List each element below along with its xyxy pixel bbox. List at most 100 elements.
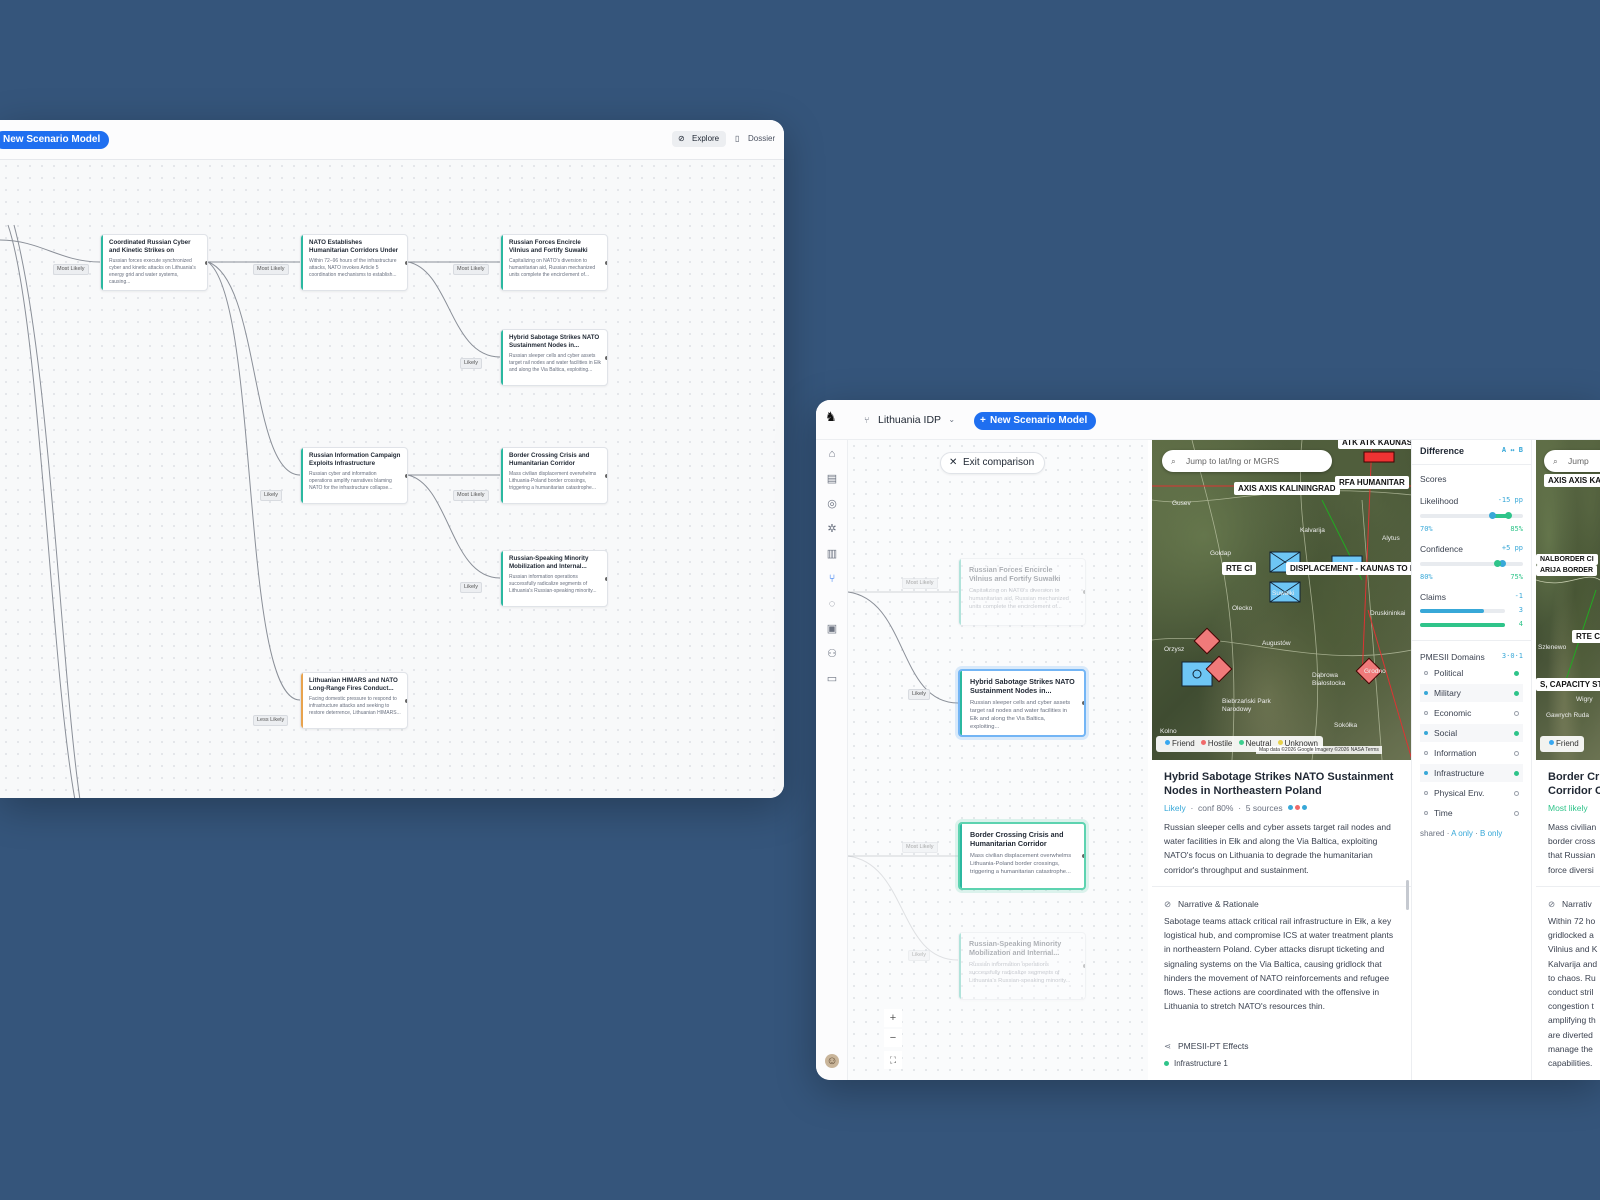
scenario-b-summary: Mass civilian border cross that Russian for… [1548,820,1596,877]
scenario-node[interactable]: Border Crossing Crisis and Humanitarian … [500,447,608,504]
claims-b-row: 4 [1420,620,1523,630]
zoom-controls: + − ⛶ [848,1009,938,1079]
nav-rail: ⌂ ▤ ◎ ✲ ▥ ⑂ ◌ ▣ ⚇ ▭ ☺ [816,440,848,1080]
scenario-node[interactable]: Hybrid Sabotage Strikes NATO Sustainment… [500,329,608,386]
claims-a-value: 3 [1518,606,1523,614]
claims-b-bar [1420,623,1505,627]
text-line: gridlocked a [1548,930,1594,941]
effect-count: 1 [1223,1059,1228,1068]
scenario-node-selected-b[interactable]: Border Crossing Crisis and Humanitarian … [958,822,1086,890]
graph-canvas[interactable]: Coordinated Russian Cyber and Kinetic St… [0,160,784,798]
a-indicator [1424,791,1428,795]
map-search-input[interactable]: ⌕ Jump [1544,450,1600,472]
map-unit-label: RFA HUMANITAR [1335,476,1409,489]
users-icon[interactable]: ⚇ [825,647,839,661]
node-port[interactable] [205,260,207,265]
legend-label: Hostile [1207,739,1233,748]
map-search-input[interactable]: ⌕ Jump to lat/lng or MGRS [1162,450,1332,472]
node-port[interactable] [605,576,607,581]
scenario-node[interactable]: Russian-Speaking Minority Mobilization a… [500,550,608,607]
domain-label: Military [1434,688,1461,698]
clipboard-icon[interactable]: ▤ [825,472,839,486]
node-desc: Russian forces execute synchronized cybe… [109,258,196,285]
text-line: are diverted [1548,1029,1593,1040]
edge-label: Likely [460,582,483,593]
scenario-node[interactable]: Lithuanian HIMARS and NATO Long-Range Fi… [300,672,408,729]
map-place-label: Gusev [1172,500,1191,507]
a-indicator [1424,711,1428,715]
terms-link[interactable]: Terms [1365,747,1379,753]
scenario-node[interactable]: Russian-Speaking Minority Mobilization a… [958,932,1086,1000]
node-port[interactable] [405,473,407,478]
effects-row[interactable]: Infrastructure 1 [1164,1058,1228,1070]
map-place-label: Suwałki [1272,590,1295,597]
neutral-swatch [1238,740,1244,745]
map-place-label: Goldap [1210,550,1231,557]
zoom-in-button[interactable]: + [884,1009,902,1027]
scenario-summary: Russian sleeper cells and cyber assets t… [1164,822,1391,875]
b-indicator [1514,671,1519,676]
presentation-icon[interactable]: ▣ [825,622,839,636]
search-icon: ⌕ [1171,456,1176,466]
text-line: Kalvarija and [1548,958,1598,969]
search-icon: ⌕ [1553,456,1558,466]
node-port[interactable] [605,473,607,478]
confidence-label: Confidence [1420,544,1464,554]
folder-icon[interactable]: ▭ [825,672,839,686]
scrollbar[interactable] [1406,880,1409,910]
friend-swatch [1165,740,1170,745]
narrative-heading: ⊘ Narrative & Rationale [1164,898,1259,910]
fit-view-button[interactable]: ⛶ [884,1051,902,1069]
map-unit-label: DISPLACEMENT - KAUNAS TO LA [1286,562,1411,575]
map-icon[interactable]: ▥ [825,547,839,561]
unknown-swatch [1277,740,1283,745]
node-port[interactable] [1083,964,1085,968]
home-icon[interactable]: ⌂ [825,447,839,461]
app-logo[interactable]: ♞ [825,409,837,425]
node-title: Hybrid Sabotage Strikes NATO Sustainment… [509,334,600,349]
node-port[interactable] [405,698,407,703]
node-desc: Within 72–96 hours of the infrastructure… [309,258,397,278]
b-indicator [1514,811,1519,816]
friend-swatch [1549,740,1554,745]
likelihood-badge: Most likely [1548,803,1588,813]
tab-explore[interactable]: ⊘ Explore [672,131,727,147]
b-indicator [1514,751,1519,756]
sources-count[interactable]: 5 sources [1246,803,1283,813]
chat-icon[interactable]: ◌ [825,597,839,611]
scenario-node[interactable]: Russian Forces Encircle Vilnius and Fort… [500,234,608,291]
scenario-node[interactable]: Russian Information Campaign Exploits In… [300,447,408,504]
node-port[interactable] [405,260,407,265]
document-icon: ▯ [735,134,740,143]
tab-dossier[interactable]: ▯ Dossier [730,131,782,147]
domains-heading: PMESII Domains 3·0·1 [1420,652,1523,662]
domain-row: Information [1420,744,1523,762]
scenario-node[interactable]: Russian Forces Encircle Vilnius and Fort… [958,558,1086,626]
map-place-label: Gawrych Ruda [1546,712,1589,719]
node-port[interactable] [605,260,607,265]
node-port[interactable] [1082,701,1084,705]
avatar[interactable]: ☺ [825,1054,839,1068]
scenario-branch-icon[interactable]: ⑂ [825,572,839,586]
project-switcher[interactable]: ⑂ Lithuania IDP ⌄ [864,412,955,428]
node-desc: Capitalizing on NATO's diversion to huma… [969,588,1069,610]
text-line: Mass civilian [1548,822,1597,832]
scenario-node[interactable]: NATO Establishes Humanitarian Corridors … [300,234,408,291]
new-scenario-model-button[interactable]: New Scenario Model [0,131,110,149]
network-icon[interactable]: ✲ [825,522,839,536]
scenario-node-selected-a[interactable]: Hybrid Sabotage Strikes NATO Sustainment… [958,669,1086,737]
map-view-b[interactable]: ⌕ Jump AXIS AXIS KA NALBORDER CI ARIJA B… [1536,440,1600,760]
scenario-node[interactable]: Coordinated Russian Cyber and Kinetic St… [100,234,208,291]
node-port[interactable] [605,355,607,360]
target-icon[interactable]: ◎ [825,497,839,511]
map-view[interactable]: ⌕ Jump to lat/lng or MGRS ATK ATK KAUNAS… [1152,440,1411,760]
scenario-a-panel: ⌕ Jump to lat/lng or MGRS ATK ATK KAUNAS… [1152,440,1412,1080]
comparison-graph-canvas[interactable]: ✕ Exit comparison Russian Forces Encircl… [848,440,1148,1080]
text-line: Vilnius and K [1548,944,1598,955]
node-port[interactable] [1082,854,1084,858]
zoom-out-button[interactable]: − [884,1029,902,1047]
node-port[interactable] [1083,590,1085,594]
value-b: 85% [1510,525,1523,533]
domain-row: Social [1420,724,1523,742]
new-scenario-model-button[interactable]: + New Scenario Model [974,412,1097,430]
